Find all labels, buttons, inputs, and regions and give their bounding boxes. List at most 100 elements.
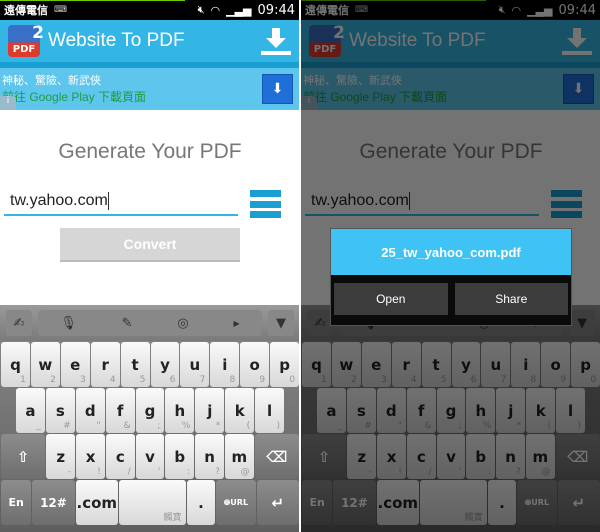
- language-key[interactable]: En: [1, 480, 32, 525]
- key-z[interactable]: z-: [46, 434, 76, 479]
- key-char: j: [207, 401, 213, 420]
- page-title: Generate Your PDF: [58, 140, 242, 163]
- key-t[interactable]: t5: [120, 342, 150, 387]
- key-secondary: &: [123, 421, 131, 431]
- key-secondary: @: [240, 467, 250, 477]
- key-secondary: !: [97, 467, 101, 477]
- key-u[interactable]: u7: [180, 342, 210, 387]
- key-secondary: (: [246, 421, 251, 431]
- key-row-1: q1w2e3r4t5y6u7i8o9p0: [0, 342, 299, 387]
- key-i[interactable]: i8: [210, 342, 240, 387]
- open-button[interactable]: Open: [334, 283, 448, 315]
- key-char: v: [145, 447, 155, 466]
- share-button[interactable]: Share: [454, 283, 568, 315]
- key-n[interactable]: n?: [195, 434, 224, 479]
- key-s[interactable]: s#: [45, 388, 75, 433]
- hide-keyboard-icon[interactable]: ▼: [268, 310, 294, 336]
- info-icon[interactable]: i: [0, 96, 16, 110]
- key-secondary: 1: [20, 375, 26, 385]
- more-arrow-icon[interactable]: ▶: [233, 319, 239, 328]
- space-label: 觸寶: [163, 513, 182, 523]
- key-b[interactable]: b:: [165, 434, 195, 479]
- carrier-name: 遠傳電信: [4, 4, 48, 17]
- space-key[interactable]: 觸寶: [118, 480, 186, 525]
- wifi-icon: ◠: [210, 3, 221, 17]
- key-char: c: [115, 447, 125, 466]
- key-c[interactable]: c/: [105, 434, 135, 479]
- url-input[interactable]: tw.yahoo.com: [4, 192, 238, 216]
- key-m[interactable]: m@: [224, 434, 254, 479]
- key-k[interactable]: k(: [225, 388, 255, 433]
- ad-banner[interactable]: 神秘、驚險、新武俠 前往 Google Play 下載頁面 ⬇ i: [0, 68, 299, 110]
- key-p[interactable]: p0: [270, 342, 299, 387]
- key-secondary: ": [96, 421, 101, 431]
- key-secondary: _: [36, 421, 41, 431]
- key-secondary: *: [215, 421, 221, 431]
- key-h[interactable]: h%: [165, 388, 195, 433]
- key-char: w: [38, 355, 53, 374]
- menu-icon[interactable]: [250, 190, 281, 218]
- key-char: x: [85, 447, 96, 466]
- key-q[interactable]: q1: [1, 342, 30, 387]
- url-key-label: URL: [230, 498, 249, 507]
- key-l[interactable]: l): [255, 388, 285, 433]
- key-char: i: [222, 355, 228, 374]
- key-o[interactable]: o9: [240, 342, 270, 387]
- shift-key[interactable]: ⇧: [1, 434, 46, 479]
- key-v[interactable]: v': [135, 434, 165, 479]
- key-r[interactable]: r4: [90, 342, 120, 387]
- ad-link[interactable]: 前往 Google Play 下載頁面: [2, 88, 297, 105]
- dialog-title: 25_tw_yahoo_com.pdf: [331, 229, 571, 275]
- key-x[interactable]: x!: [76, 434, 105, 479]
- key-char: e: [70, 355, 81, 374]
- url-value: tw.yahoo.com: [10, 192, 108, 210]
- key-char: h: [174, 401, 186, 420]
- symbols-key[interactable]: 12#: [32, 480, 75, 525]
- key-secondary: 9: [259, 375, 266, 385]
- handwriting-icon[interactable]: ✍: [6, 310, 32, 336]
- key-char: l: [266, 401, 273, 420]
- key-secondary: 7: [199, 375, 206, 385]
- status-bar: 遠傳電信 ⌨ 🔇︎ ◠ ▁▃▅ 09:44: [0, 0, 299, 20]
- keyboard-toolbar: ✍ 🎙︎ ✎ ◎ ▶ ▼: [0, 305, 299, 341]
- key-char: g: [144, 401, 156, 420]
- weibo-icon[interactable]: ◎: [177, 316, 188, 331]
- logo-text: PDF: [12, 44, 36, 55]
- key-secondary: 6: [169, 375, 176, 385]
- enter-key[interactable]: ↵: [256, 480, 299, 525]
- convert-button[interactable]: Convert: [60, 228, 240, 262]
- key-secondary: 0: [289, 375, 296, 385]
- key-char: t: [131, 355, 139, 374]
- key-d[interactable]: d": [75, 388, 105, 433]
- microphone-icon[interactable]: 🎙︎: [60, 316, 77, 331]
- key-row-2: a_s#d"f&g;h%j*k(l): [0, 388, 299, 433]
- key-j[interactable]: j*: [195, 388, 225, 433]
- key-secondary: /: [127, 467, 131, 477]
- dotcom-key[interactable]: .com: [75, 480, 118, 525]
- url-globe-key[interactable]: 🌐︎URL: [216, 480, 256, 525]
- download-icon[interactable]: [261, 26, 291, 56]
- key-char: u: [189, 355, 201, 374]
- key-char: y: [160, 355, 170, 374]
- ad-download-button[interactable]: ⬇: [262, 74, 293, 104]
- key-secondary: ): [276, 421, 281, 431]
- key-e[interactable]: e3: [60, 342, 90, 387]
- key-f[interactable]: f&: [105, 388, 135, 433]
- key-secondary: :: [187, 467, 191, 477]
- key-char: d: [84, 401, 96, 420]
- key-g[interactable]: g;: [135, 388, 165, 433]
- key-secondary: ;: [157, 421, 161, 431]
- key-secondary: 3: [79, 375, 86, 385]
- key-a[interactable]: a_: [16, 388, 45, 433]
- keyboard-status-icon: ⌨: [54, 5, 67, 15]
- key-y[interactable]: y6: [150, 342, 180, 387]
- pencil-icon[interactable]: ✎: [122, 316, 133, 331]
- period-key[interactable]: .: [186, 480, 216, 525]
- app-bar: 2PDF Website To PDF: [0, 20, 299, 68]
- key-w[interactable]: w2: [30, 342, 60, 387]
- key-char: o: [249, 355, 260, 374]
- key-secondary: 8: [229, 375, 236, 385]
- ad-headline: 神秘、驚險、新武俠: [2, 74, 101, 87]
- app-title: Website To PDF: [48, 30, 185, 51]
- backspace-key[interactable]: ⌫: [254, 434, 299, 479]
